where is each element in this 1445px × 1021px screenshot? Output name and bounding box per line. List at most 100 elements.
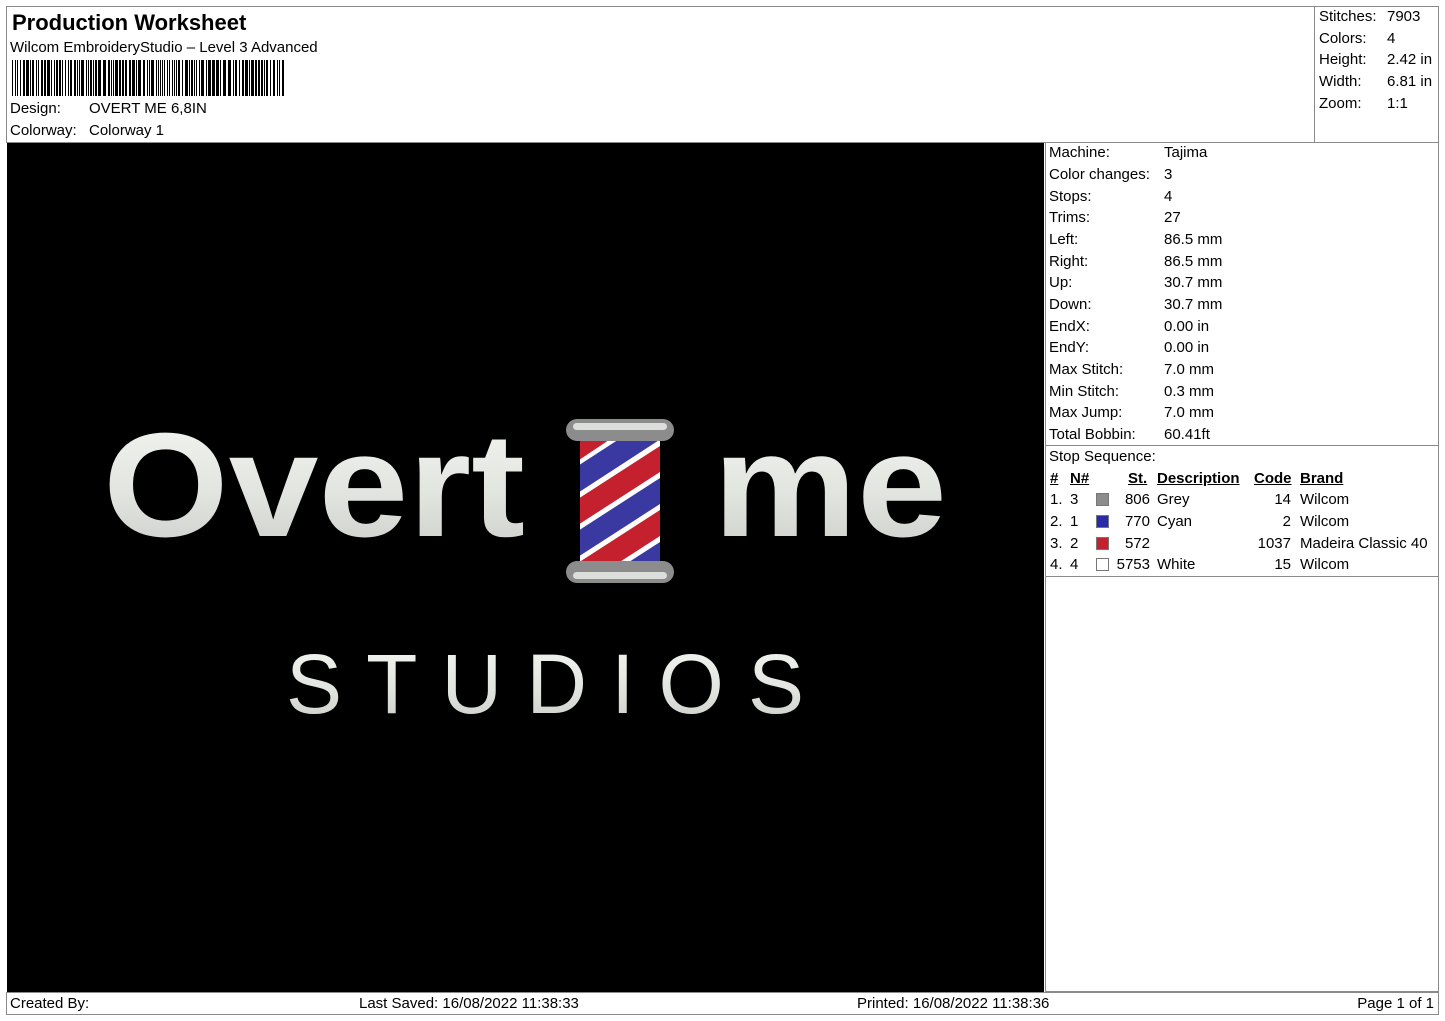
barcode-bar <box>270 60 271 96</box>
row-stitches: 572 <box>1124 535 1150 552</box>
info-value: 30.7 mm <box>1164 274 1223 291</box>
info-label: Max Stitch: <box>1049 361 1124 378</box>
info-row: Stops: 4 <box>1049 188 1172 206</box>
info-row: Color changes: 3 <box>1049 166 1172 184</box>
summary-value: 2.42 in <box>1387 51 1433 68</box>
barcode-bar <box>189 60 190 96</box>
barcode-bar <box>251 60 254 96</box>
barcode-bar <box>235 60 237 96</box>
summary-row: Zoom: 1:1 <box>1319 95 1408 113</box>
info-row: Max Jump: 7.0 mm <box>1049 404 1214 422</box>
barcode-bar <box>266 60 268 96</box>
barcode-bar <box>86 60 87 96</box>
info-row: Machine: Tajima <box>1049 144 1207 162</box>
col-header-brand: Brand <box>1300 470 1344 487</box>
barcode-bar <box>79 60 80 96</box>
barcode-bar <box>249 60 250 96</box>
barcode-bar <box>162 60 163 96</box>
barcode-bar <box>23 60 25 96</box>
barcode-bar <box>264 60 265 96</box>
barcode-bar <box>242 60 244 96</box>
barcode-bar <box>212 60 215 96</box>
barcode-bar <box>178 60 180 96</box>
barcode-bar <box>44 60 46 96</box>
barcode-bar <box>68 60 69 96</box>
row-brand: Madeira Classic 40 <box>1300 535 1428 552</box>
table-row: 3. 2 572 1037 Madeira Classic 40 <box>1046 535 1438 557</box>
machine-info-panel: Machine: Tajima Color changes: 3 Stops: 4 T… <box>1045 143 1439 992</box>
info-label: Left: <box>1049 231 1079 248</box>
col-header-description: Description <box>1157 470 1240 487</box>
barcode-bar <box>26 60 29 96</box>
design-value: OVERT ME 6,8IN <box>89 100 207 117</box>
barber-pole-icon <box>566 419 674 583</box>
barcode-bar <box>277 60 278 96</box>
color-swatch <box>1096 515 1109 528</box>
info-row: Min Stitch: 0.3 mm <box>1049 383 1214 401</box>
info-label: Min Stitch: <box>1049 383 1120 400</box>
barcode-bar <box>156 60 157 96</box>
barcode-bar <box>164 60 165 96</box>
info-label: EndX: <box>1049 318 1090 335</box>
software-name: Wilcom EmbroideryStudio – Level 3 Advanc… <box>10 39 318 56</box>
worksheet-footer: Created By: Last Saved: 16/08/2022 11:38… <box>6 992 1439 1015</box>
barcode-bar <box>12 60 13 96</box>
col-header-num: # <box>1050 470 1059 487</box>
barcode-bar <box>129 60 131 96</box>
barcode-bar <box>220 60 221 96</box>
info-value: 60.41ft <box>1164 426 1210 443</box>
info-value: 7.0 mm <box>1164 404 1215 421</box>
barcode-bar <box>282 60 284 96</box>
barcode-bar <box>160 60 161 96</box>
info-value: Tajima <box>1164 144 1208 161</box>
row-needle: 4 <box>1070 556 1079 573</box>
embroidery-artwork: Overt me STUDIOS <box>103 403 947 731</box>
table-row: 4. 4 5753 White 15 Wilcom <box>1046 556 1438 578</box>
printed-date: Printed: 16/08/2022 11:38:36 <box>857 995 1050 1012</box>
info-value: 4 <box>1164 188 1173 205</box>
created-by: Created By: <box>10 995 90 1012</box>
barcode-bar <box>138 60 141 96</box>
worksheet-header: Production Worksheet Wilcom EmbroiderySt… <box>6 6 1439 143</box>
info-value: 7.0 mm <box>1164 361 1215 378</box>
summary-label: Zoom: <box>1319 95 1362 112</box>
barcode-bar <box>223 60 226 96</box>
info-value: 86.5 mm <box>1164 253 1223 270</box>
info-row: Right: 86.5 mm <box>1049 253 1222 271</box>
info-row: Left: 86.5 mm <box>1049 231 1222 249</box>
barcode-bar <box>149 60 150 96</box>
row-brand: Wilcom <box>1300 513 1350 530</box>
info-label: Machine: <box>1049 144 1110 161</box>
info-value: 0.00 in <box>1164 318 1210 335</box>
row-description: Cyan <box>1157 513 1193 530</box>
barcode-bar <box>169 60 170 96</box>
summary-label: Height: <box>1319 51 1367 68</box>
design-row: Design: OVERT ME 6,8IN <box>10 100 207 118</box>
barcode-bar <box>125 60 127 96</box>
barcode-bar <box>108 60 110 96</box>
info-row: Max Stitch: 7.0 mm <box>1049 361 1214 379</box>
info-label: Color changes: <box>1049 166 1150 183</box>
barcode-bar <box>20 60 21 96</box>
page-number: Page 1 of 1 <box>1357 995 1434 1012</box>
row-index: 2. <box>1050 513 1063 530</box>
barcode-bar <box>15 60 16 96</box>
barcode-bar <box>167 60 168 96</box>
design-text-overt: Overt <box>103 403 525 568</box>
info-row: Up: 30.7 mm <box>1049 274 1222 292</box>
row-stitches: 770 <box>1124 513 1150 530</box>
stop-sequence-title: Stop Sequence: <box>1049 448 1156 465</box>
color-swatch <box>1096 558 1109 571</box>
summary-row: Width: 6.81 in <box>1319 73 1432 91</box>
barcode-bar <box>54 60 55 96</box>
summary-value: 6.81 in <box>1387 73 1433 90</box>
barcode-bar <box>255 60 257 96</box>
barcode-bar <box>233 60 234 96</box>
barcode-bar <box>122 60 124 96</box>
info-label: Trims: <box>1049 209 1091 226</box>
barcode-bar <box>228 60 231 96</box>
barcode-bar <box>216 60 219 96</box>
barcode-bar <box>176 60 177 96</box>
barcode-bar <box>199 60 200 96</box>
barcode-bar <box>261 60 263 96</box>
